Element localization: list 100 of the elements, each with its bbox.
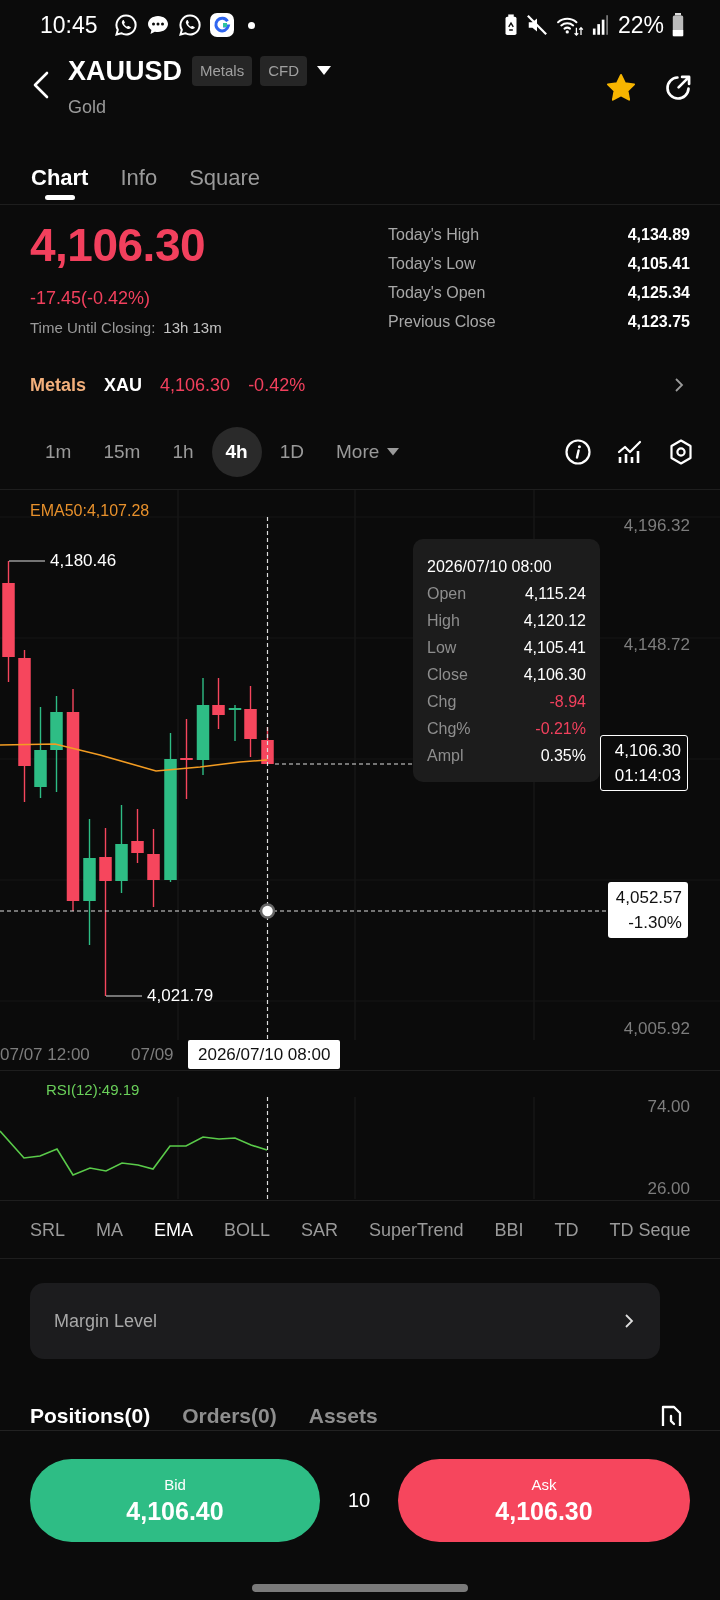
axis-label: 4,148.72 — [623, 634, 690, 656]
stat-value: 4,125.34 — [627, 283, 690, 303]
indicator-tab[interactable]: SAR — [301, 1217, 339, 1242]
tooltip-value: 0.35% — [540, 746, 586, 766]
instrument-name: Gold — [68, 96, 108, 119]
high-price-label: 4,180.46 — [50, 550, 117, 572]
closing-label: Time Until Closing: — [30, 318, 156, 338]
stat-value: 4,105.41 — [627, 254, 690, 274]
mute-icon — [525, 14, 548, 36]
price-change: -17.45(-0.42%) — [30, 287, 152, 310]
last-price: 4,106.30 — [30, 220, 207, 270]
related-change: -0.42% — [248, 374, 306, 396]
signal-icon — [591, 15, 608, 35]
tab[interactable]: Assets — [308, 1403, 378, 1429]
related-symbol: XAU — [104, 374, 143, 396]
spread-value: 10 — [347, 1489, 371, 1512]
tab[interactable]: Chart — [31, 130, 89, 204]
tooltip-date: 2026/07/10 08:00 — [427, 557, 553, 577]
tooltip-label: Open — [427, 584, 467, 604]
ema-value: EMA50:4,107.28 — [30, 501, 150, 521]
indicator-tab[interactable]: TD Seque — [609, 1217, 691, 1242]
chevron-right-icon[interactable] — [674, 377, 684, 393]
stat-label: Today's High — [388, 225, 480, 245]
tooltip-label: High — [427, 611, 460, 631]
tooltip-value: 4,120.12 — [523, 611, 586, 631]
indicator-tab[interactable]: SuperTrend — [369, 1217, 464, 1242]
share-icon[interactable] — [664, 74, 692, 102]
tooltip-label: Ampl — [427, 746, 464, 766]
related-price: 4,106.30 — [160, 374, 231, 396]
tooltip-label: Chg% — [427, 719, 471, 739]
countdown-timer: 01:14:03 — [614, 765, 681, 787]
symbol-title: XAUUSD — [68, 55, 182, 87]
crosshair-change: -1.30% — [628, 912, 682, 934]
tab[interactable]: Square — [189, 130, 261, 204]
battery-icon — [672, 13, 684, 37]
stat-label: Today's Low — [388, 254, 476, 274]
tooltip-label: Low — [427, 638, 457, 658]
market-tag: Metals — [192, 56, 253, 86]
tab[interactable]: Orders(0) — [182, 1403, 277, 1429]
phone-bubble-icon — [177, 13, 202, 37]
indicator-tab[interactable]: SRL — [30, 1217, 65, 1242]
crosshair-time: 2026/07/10 08:00 — [188, 1040, 341, 1069]
margin-level-card[interactable]: Margin Level — [30, 1283, 660, 1359]
rsi-value: RSI(12):49.19 — [46, 1080, 140, 1100]
candlestick — [131, 808, 144, 864]
clock-time: 10:45 — [40, 11, 98, 39]
stat-value: 4,134.89 — [627, 225, 690, 245]
caret-icon[interactable] — [317, 66, 332, 76]
tooltip-value: 4,105.41 — [523, 638, 586, 658]
candlestick — [228, 704, 242, 742]
axis-label: 74.00 — [647, 1096, 690, 1118]
caret-icon — [387, 448, 400, 456]
star-icon[interactable] — [606, 73, 636, 103]
interval-tab[interactable]: 1D — [265, 427, 318, 477]
battery-saver-icon — [503, 14, 518, 36]
tooltip-label: Close — [427, 665, 468, 685]
axis-label: 07/07 12:00 — [0, 1044, 90, 1066]
low-price-label: 4,021.79 — [147, 985, 214, 1007]
indicator-tab[interactable]: BBI — [494, 1217, 524, 1242]
interval-tab[interactable]: 15m — [89, 427, 155, 477]
indicator-tab[interactable]: BOLL — [224, 1217, 271, 1242]
tooltip-value: 4,115.24 — [524, 584, 586, 604]
chart-indicator-icon[interactable] — [617, 440, 643, 464]
settings-icon[interactable] — [669, 439, 693, 465]
phone-bubble-icon — [113, 13, 138, 37]
candlestick — [212, 677, 225, 730]
notification-dot-icon — [247, 21, 255, 29]
interval-tab[interactable]: 4h — [211, 427, 262, 477]
battery-percent: 22% — [617, 11, 664, 39]
stat-value: 4,123.75 — [627, 312, 690, 332]
axis-label: 4,005.92 — [623, 1018, 690, 1040]
market-tag: CFD — [260, 56, 308, 86]
indicator-tab[interactable]: TD — [554, 1217, 579, 1242]
axis-label: 26.00 — [647, 1178, 690, 1200]
crosshair-price: 4,052.57 — [615, 887, 682, 909]
back-icon[interactable] — [32, 71, 50, 99]
axis-label: 07/09 — [131, 1044, 174, 1066]
stat-label: Previous Close — [388, 312, 496, 332]
category-label: Metals — [30, 374, 87, 396]
current-price: 4,106.30 — [614, 740, 681, 762]
margin-level-label: Margin Level — [54, 1310, 158, 1332]
stat-label: Today's Open — [388, 283, 486, 303]
crosshair-dot-icon — [259, 903, 276, 919]
interval-tab[interactable]: 1h — [158, 427, 208, 477]
tooltip-value: -0.21% — [535, 719, 586, 739]
indicator-tab[interactable]: MA — [96, 1217, 123, 1242]
more-menu-button[interactable]: More — [322, 427, 414, 477]
info-icon[interactable] — [565, 439, 591, 465]
app-icon — [209, 13, 234, 37]
chevron-right-icon — [624, 1313, 634, 1329]
closing-time: 13h 13m — [163, 318, 222, 338]
tab[interactable]: Info — [120, 130, 158, 204]
ask-button[interactable]: Ask 4,106.30 — [398, 1459, 690, 1542]
tooltip-value: 4,106.30 — [523, 665, 586, 685]
leader-line — [8, 560, 46, 562]
axis-label: 4,196.32 — [623, 515, 690, 537]
tab[interactable]: Positions(0) — [30, 1403, 151, 1429]
interval-tab[interactable]: 1m — [31, 427, 86, 477]
document-clock-icon[interactable] — [660, 1405, 684, 1427]
indicator-tab[interactable]: EMA — [154, 1217, 194, 1242]
